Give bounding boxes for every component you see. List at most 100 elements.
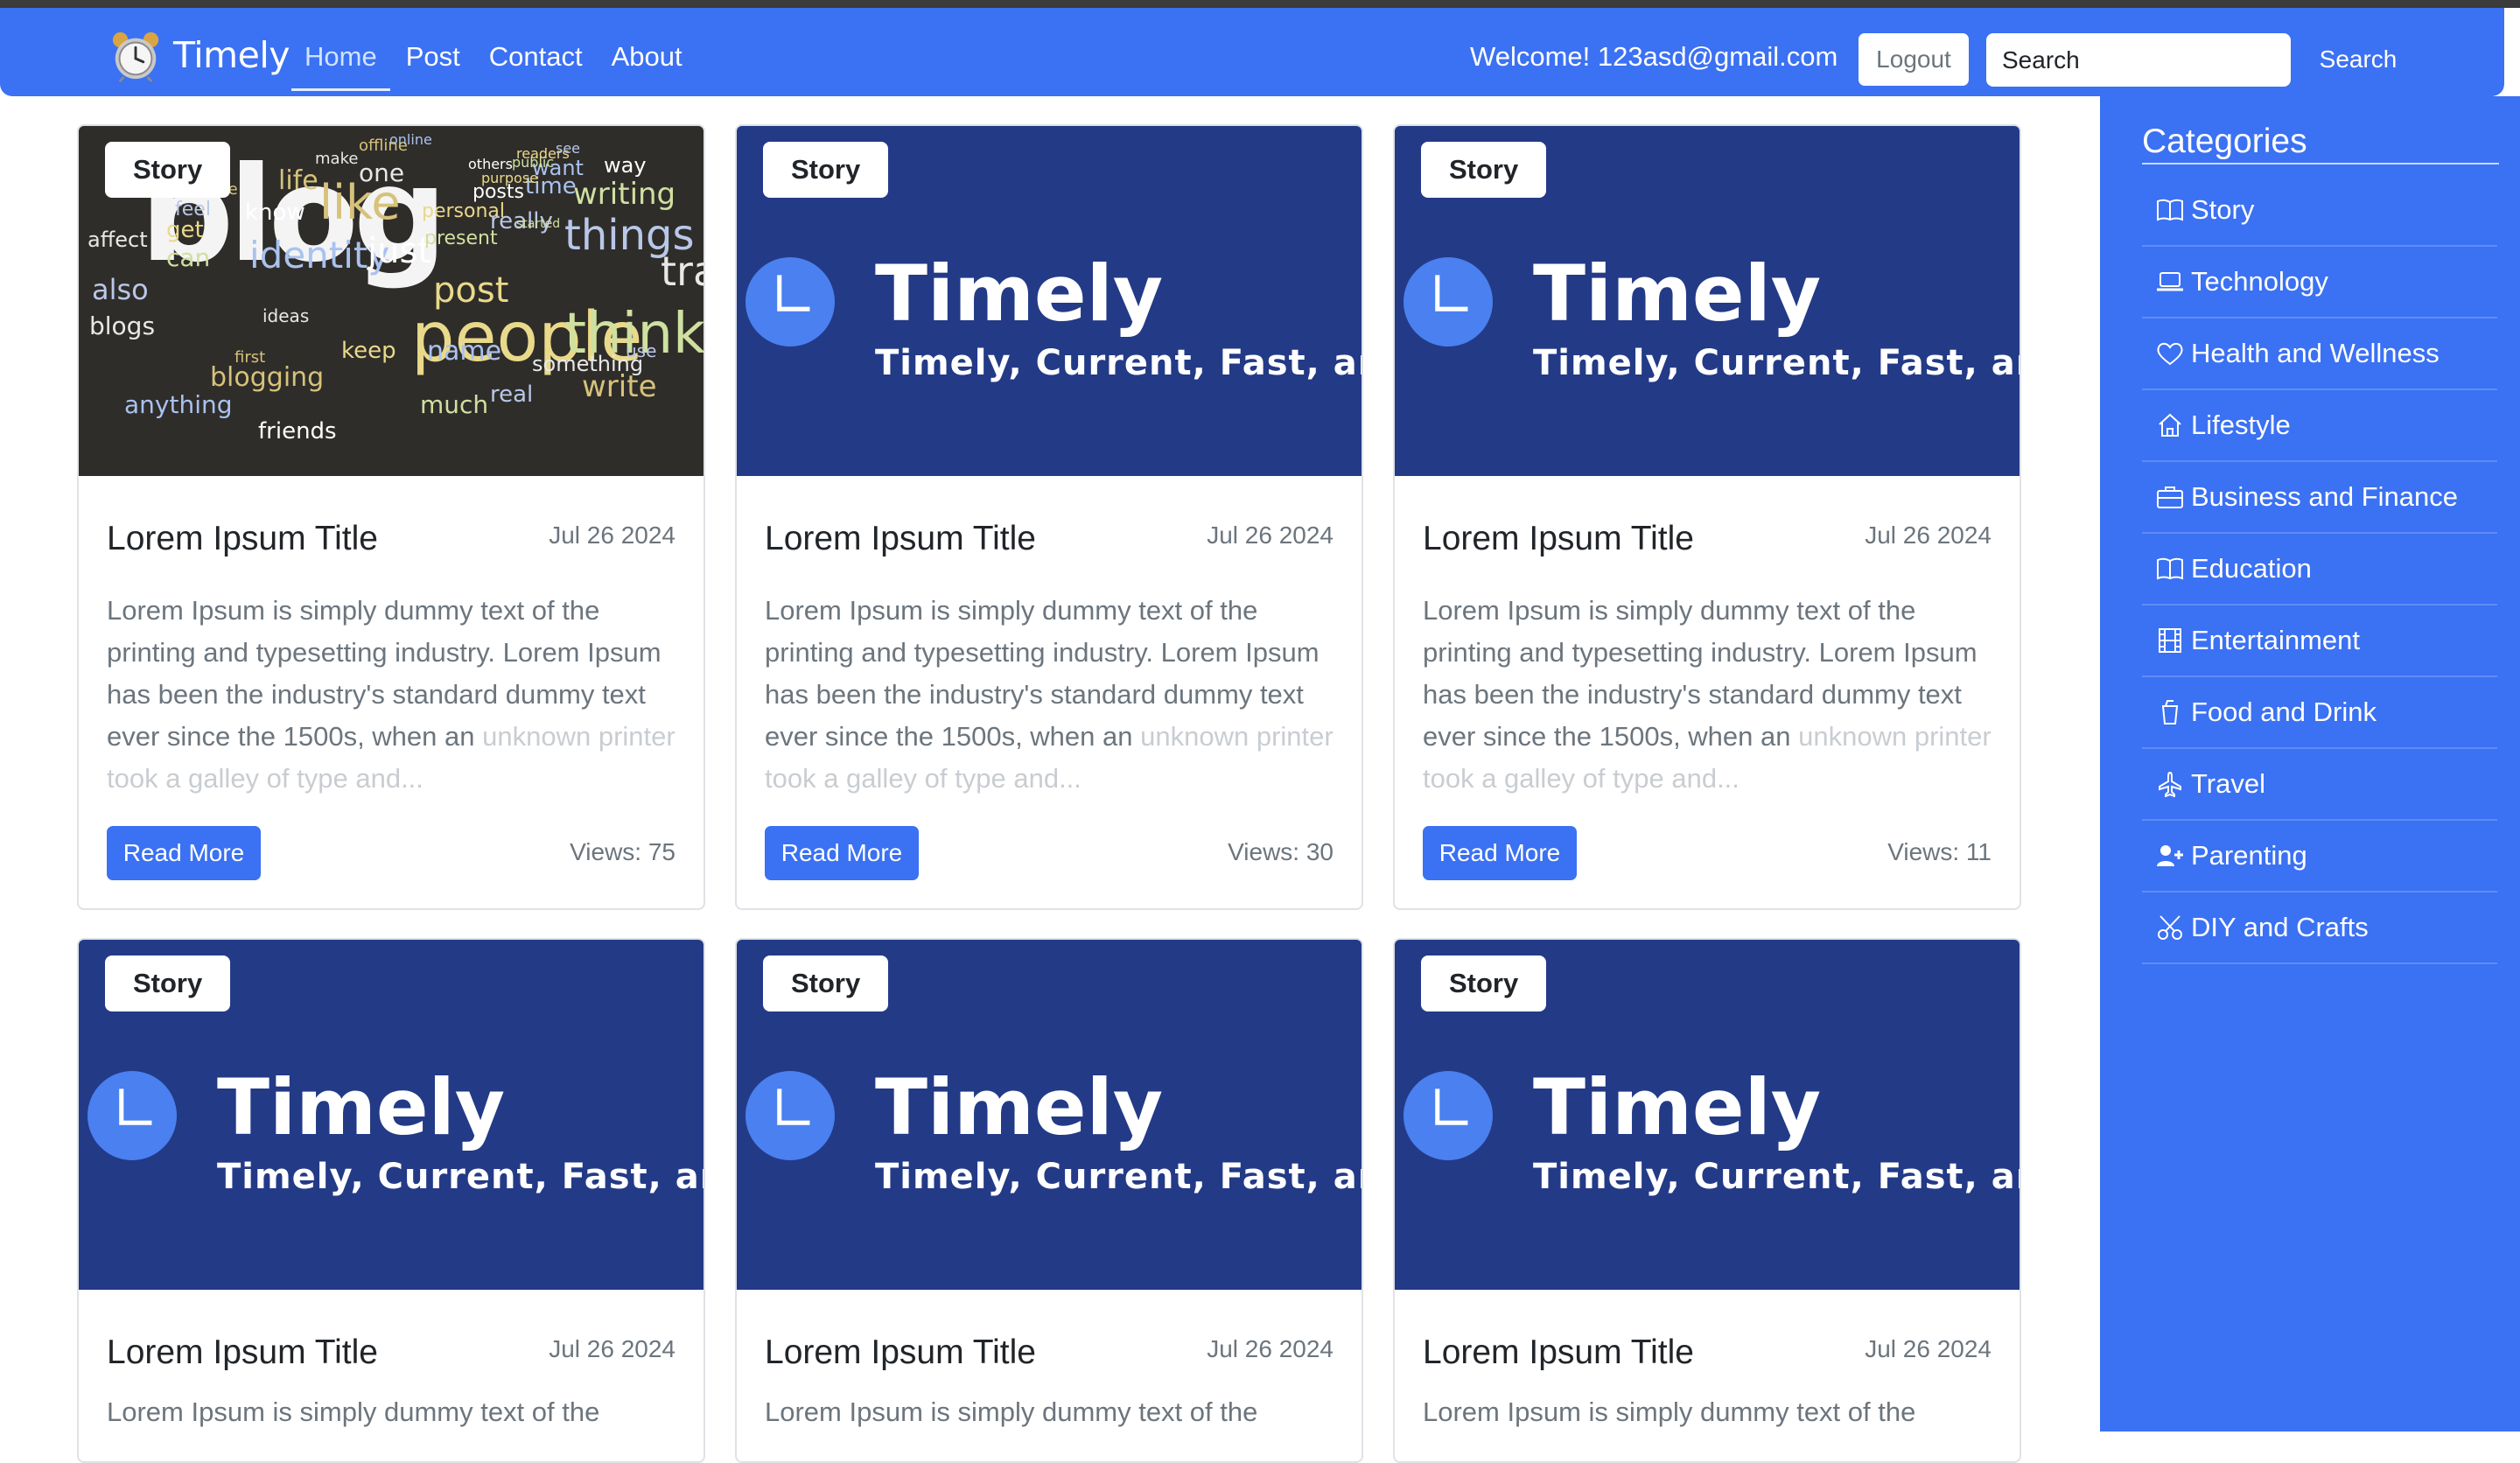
logo-tagline: Timely, Current, Fast, an [1533,343,2020,383]
post-excerpt: Lorem Ipsum is simply dummy text of the … [1423,590,1992,800]
post-image-timely-logo[interactable]: Timely Timely, Current, Fast, an Story [79,940,704,1290]
logo-title: Timely [875,1062,1164,1152]
category-badge: Story [763,956,889,1012]
briefcase-icon [2154,481,2186,513]
word-cloud-word: affect [88,228,148,252]
logo-title: Timely [1533,1062,1822,1152]
post-image-timely-logo[interactable]: Timely Timely, Current, Fast, an Story [1395,126,2020,476]
word-cloud-word: one [359,158,405,187]
post-excerpt: Lorem Ipsum is simply dummy text of the [765,1396,1258,1427]
house-icon [2154,410,2186,441]
category-badge: Story [105,956,231,1012]
category-badge: Story [1421,956,1547,1012]
category-story[interactable]: Story [2142,175,2497,247]
logo-tagline: Timely, Current, Fast, an [217,1157,704,1197]
post-card: Timely Timely, Current, Fast, an Story L… [735,124,1363,910]
scissors-icon [2154,912,2186,943]
post-date: Jul 26 2024 [1207,1335,1334,1362]
post-title[interactable]: Lorem Ipsum Title [107,520,378,558]
post-card: blogpeoplethinkthingstrafficlikeidentity… [77,124,705,910]
word-cloud-word: purpose [481,170,538,186]
clock-icon [746,257,835,346]
welcome-text: Welcome! 123asd@gmail.com [1470,41,1838,72]
post-image-timely-logo[interactable]: Timely Timely, Current, Fast, an Story [1395,940,2020,1290]
logout-button[interactable]: Logout [1858,33,1969,86]
book-icon [2154,194,2186,226]
post-card: Timely Timely, Current, Fast, an Story L… [1393,124,2021,910]
word-cloud-word: know [245,200,305,226]
post-excerpt: Lorem Ipsum is simply dummy text of the [107,1396,600,1427]
word-cloud-word: see [556,140,581,157]
post-date: Jul 26 2024 [1865,522,1992,549]
category-lifestyle[interactable]: Lifestyle [2142,390,2497,462]
word-cloud-word: first [234,348,266,367]
category-diy-and-crafts[interactable]: DIY and Crafts [2142,892,2497,964]
nav-link-contact[interactable]: Contact [489,34,583,91]
post-title[interactable]: Lorem Ipsum Title [1423,520,1694,558]
clock-icon [1404,1071,1493,1160]
word-cloud-word: way [604,153,647,178]
post-title[interactable]: Lorem Ipsum Title [765,520,1036,558]
post-date: Jul 26 2024 [1207,522,1334,549]
logo-tagline: Timely, Current, Fast, an [875,1157,1362,1197]
nav-link-post[interactable]: Post [406,34,460,91]
post-excerpt: Lorem Ipsum is simply dummy text of the … [765,590,1334,800]
post-card: Timely Timely, Current, Fast, an Story L… [1393,938,2021,1463]
categories-sidebar: Categories Story Technology Health and W… [2100,96,2520,1432]
post-title[interactable]: Lorem Ipsum Title [1423,1334,1694,1372]
read-more-button[interactable]: Read More [765,826,919,880]
cup-icon [2154,696,2186,728]
word-cloud-word: much [420,390,489,419]
categories-list: Story Technology Health and Wellness Lif… [2142,175,2497,964]
word-cloud-word: write [582,369,657,404]
category-entertainment[interactable]: Entertainment [2142,606,2497,677]
word-cloud-word: present [424,228,498,249]
word-cloud-word: online [389,131,432,148]
category-badge: Story [1421,142,1547,198]
word-cloud-word: life [278,165,318,196]
post-title[interactable]: Lorem Ipsum Title [765,1334,1036,1372]
logo-title: Timely [1533,248,1822,339]
post-excerpt: Lorem Ipsum is simply dummy text of the … [107,590,676,800]
category-label: Health and Wellness [2191,338,2440,368]
word-cloud-word: public [512,154,555,171]
category-technology[interactable]: Technology [2142,247,2497,318]
category-health-and-wellness[interactable]: Health and Wellness [2142,318,2497,390]
category-label: Technology [2191,266,2328,297]
brand[interactable]: Timely [108,29,290,82]
category-parenting[interactable]: Parenting [2142,821,2497,892]
category-badge: Story [763,142,889,198]
category-label: Travel [2191,768,2265,799]
word-cloud-word: post [433,270,509,311]
word-cloud-word: traffic [661,248,704,295]
category-business-and-finance[interactable]: Business and Finance [2142,462,2497,534]
word-cloud-word: real [490,382,534,408]
category-education[interactable]: Education [2142,534,2497,606]
post-card: Timely Timely, Current, Fast, an Story L… [77,938,705,1463]
nav-link-about[interactable]: About [612,34,682,91]
post-image-timely-logo[interactable]: Timely Timely, Current, Fast, an Story [737,126,1362,476]
word-cloud-word: also [92,273,149,306]
word-cloud-word: just [368,231,431,271]
word-cloud-word: friends [258,418,337,444]
category-label: Education [2191,553,2312,584]
category-travel[interactable]: Travel [2142,749,2497,821]
category-label: Food and Drink [2191,696,2376,727]
alarm-clock-icon [112,32,159,82]
search-input[interactable] [1986,33,2291,87]
nav-link-home[interactable]: Home [291,34,390,91]
read-more-button[interactable]: Read More [107,826,261,880]
post-image-timely-logo[interactable]: Timely Timely, Current, Fast, an Story [737,940,1362,1290]
word-cloud-word: make [315,150,359,168]
post-title[interactable]: Lorem Ipsum Title [107,1334,378,1372]
search-button[interactable]: Search [2301,33,2415,86]
category-food-and-drink[interactable]: Food and Drink [2142,677,2497,749]
heart-icon [2154,338,2186,369]
word-cloud-word: name [427,336,502,367]
category-badge: Story [105,142,231,198]
clock-icon [1404,257,1493,346]
post-image-blog-word-cloud[interactable]: blogpeoplethinkthingstrafficlikeidentity… [79,126,704,476]
read-more-button[interactable]: Read More [1423,826,1577,880]
word-cloud-word: get [166,217,204,243]
view-count: Views: 30 [1228,838,1334,865]
